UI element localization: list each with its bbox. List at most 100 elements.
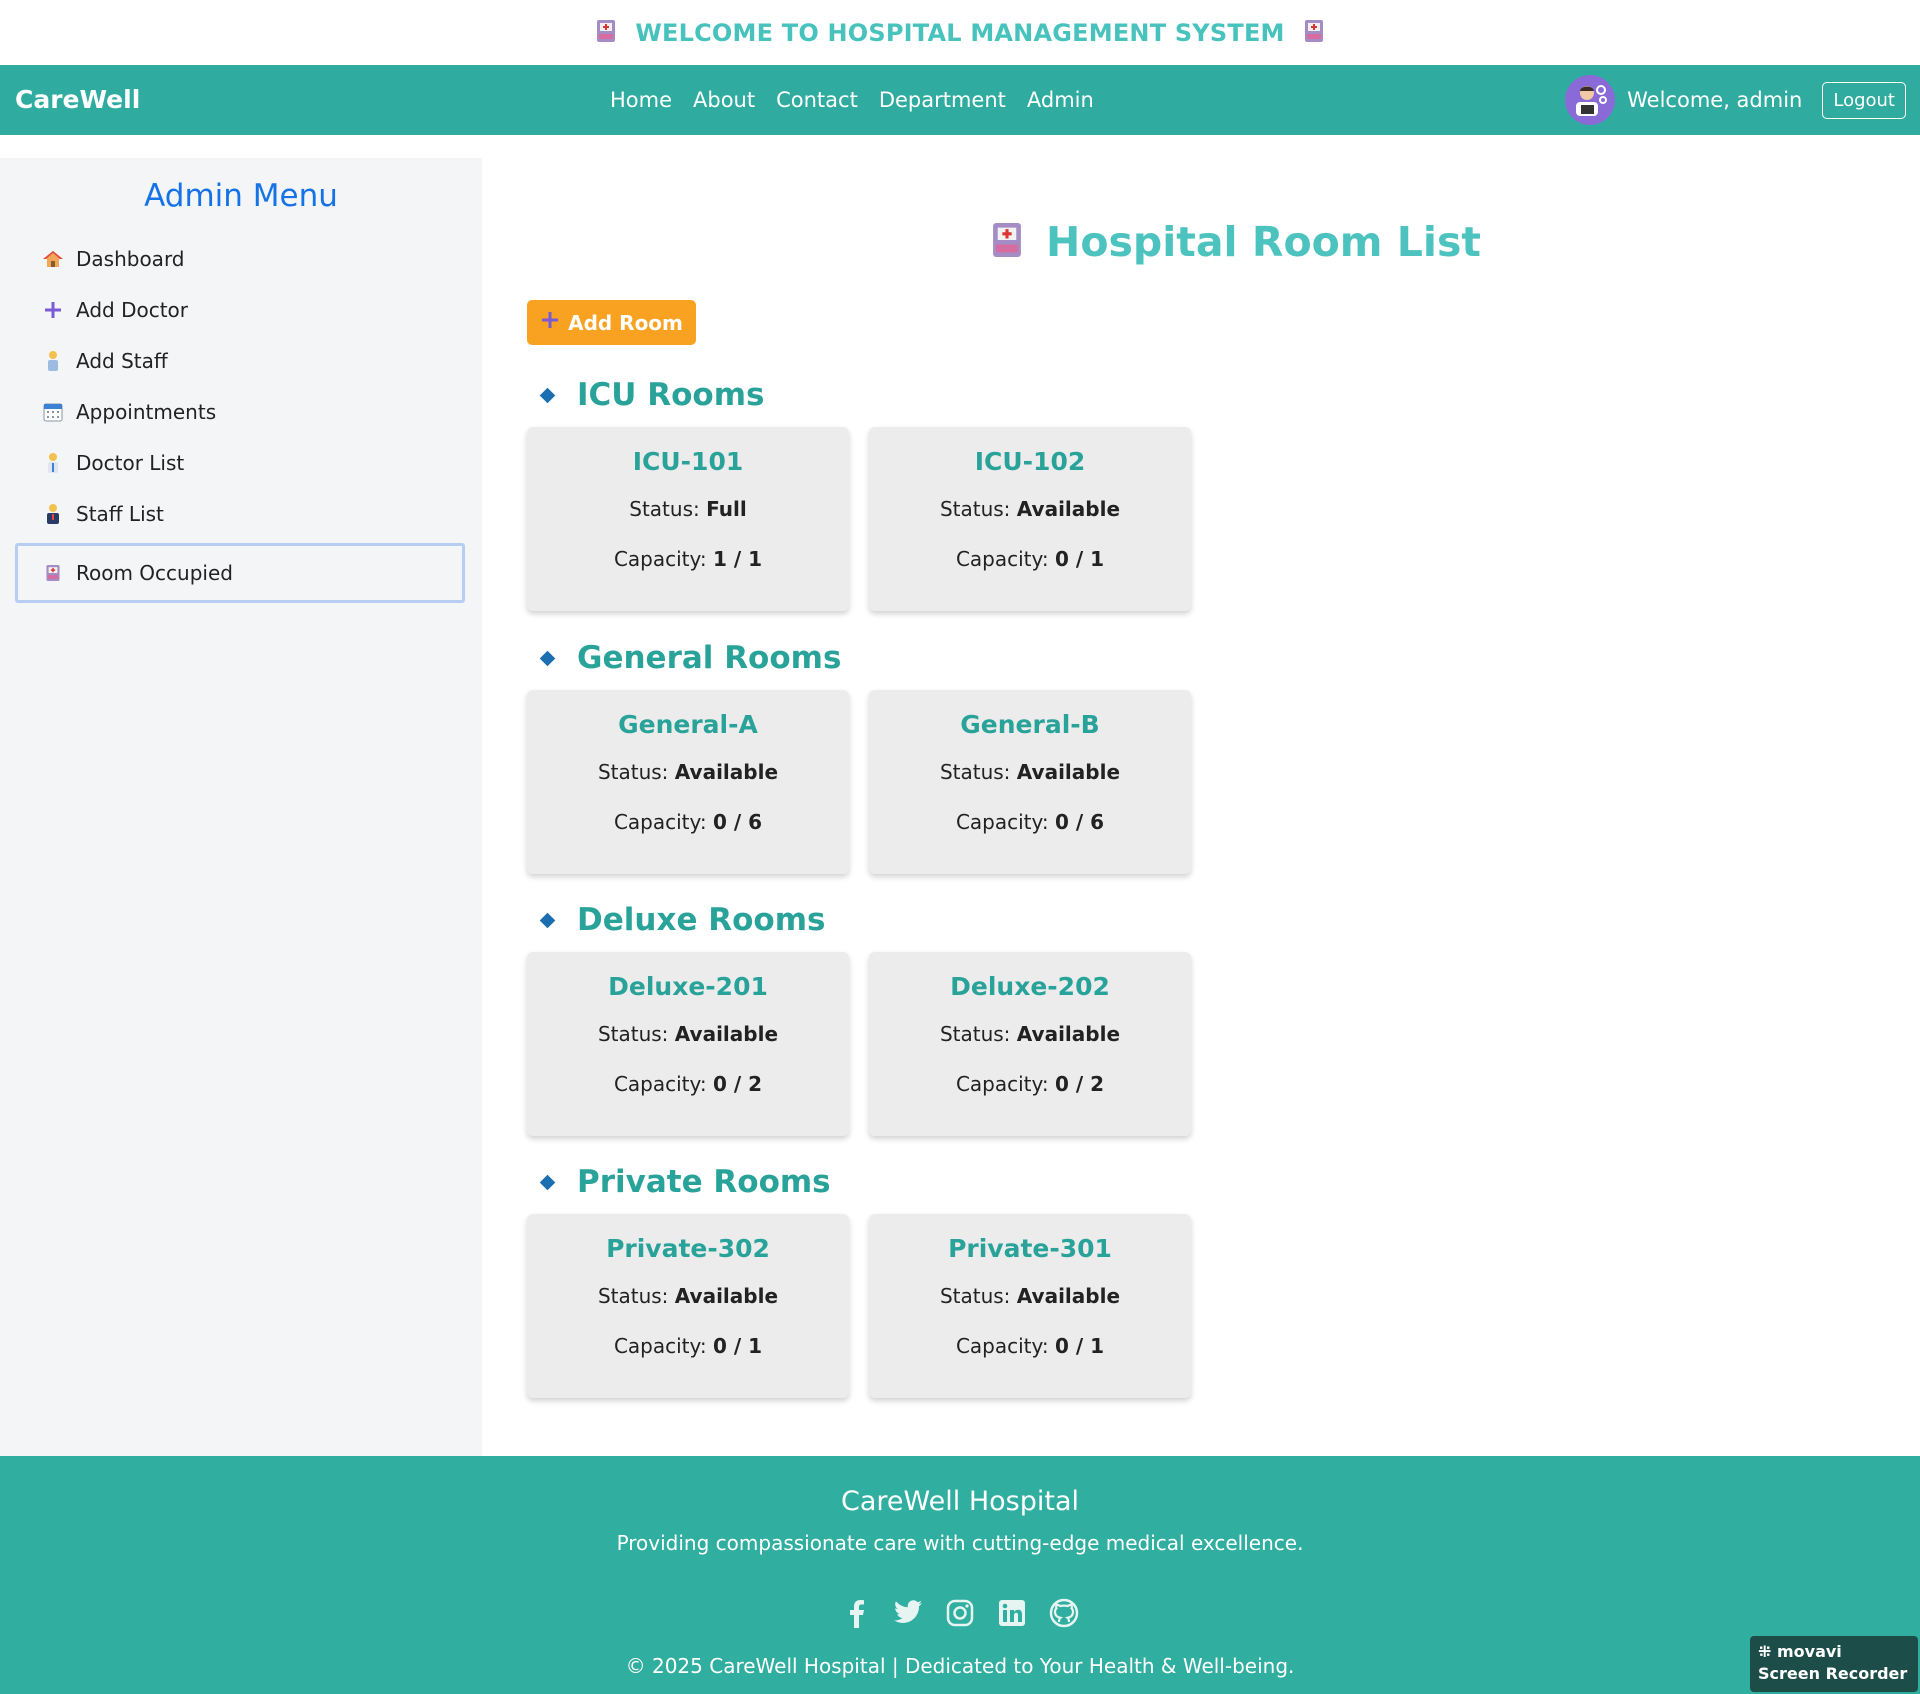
- menu-item-label: Add Staff: [76, 348, 168, 373]
- room-card: General-A Status: Available Capacity: 0 …: [527, 690, 849, 874]
- calendar-icon: [42, 402, 64, 422]
- diamond-icon: [539, 387, 556, 403]
- room-status: Available: [1016, 497, 1121, 521]
- room-capacity: 0 / 1: [712, 1334, 763, 1358]
- linkedin-icon[interactable]: [997, 1598, 1027, 1628]
- footer: CareWell Hospital Providing compassionat…: [0, 1456, 1920, 1694]
- brand-logo[interactable]: CareWell: [15, 65, 140, 135]
- section-header: General Rooms: [527, 632, 1207, 684]
- github-icon[interactable]: [1049, 1598, 1079, 1628]
- sidebar-title: Admin Menu: [144, 178, 338, 214]
- footer-tagline: Providing compassionate care with cuttin…: [616, 1531, 1304, 1555]
- room-capacity: 0 / 2: [712, 1072, 763, 1096]
- menu-item-label: Staff List: [76, 501, 164, 526]
- hospital-bed-icon: [42, 563, 64, 583]
- nav-department[interactable]: Department: [879, 88, 1006, 112]
- capacity-label: Capacity:: [955, 547, 1049, 571]
- copyright-text: © 2025 CareWell Hospital | Dedicated to …: [625, 1654, 1295, 1678]
- room-capacity: 0 / 1: [1054, 547, 1105, 571]
- room-status: Available: [674, 1022, 779, 1046]
- status-label: Status:: [939, 1284, 1011, 1308]
- capacity-label: Capacity:: [613, 547, 707, 571]
- add-room-label: Add Room: [568, 310, 683, 335]
- menu-item-appointments[interactable]: Appointments: [15, 386, 465, 437]
- avatar: [1565, 75, 1616, 125]
- person-icon: [42, 350, 64, 372]
- footer-title: CareWell Hospital: [841, 1486, 1079, 1517]
- page-title: Hospital Room List: [990, 218, 1481, 266]
- room-name: ICU-101: [632, 447, 744, 476]
- capacity-label: Capacity:: [613, 1072, 707, 1096]
- status-label: Status:: [939, 497, 1011, 521]
- instagram-icon[interactable]: [945, 1598, 975, 1628]
- admin-sidebar: Admin Menu Dashboard Add Doctor Add Staf…: [0, 158, 482, 1456]
- recorder-watermark: ⁜ movavi Screen Recorder: [1750, 1636, 1918, 1692]
- room-section-deluxe: Deluxe Rooms Deluxe-201 Status: Availabl…: [527, 894, 1207, 1136]
- room-status: Available: [1016, 1022, 1121, 1046]
- nav-about[interactable]: About: [693, 88, 755, 112]
- nav-links: Home About Contact Department Admin: [610, 65, 1094, 135]
- room-name: Deluxe-201: [608, 972, 768, 1001]
- social-links: [0, 1598, 1920, 1628]
- nav-admin[interactable]: Admin: [1027, 88, 1094, 112]
- menu-item-add-doctor[interactable]: Add Doctor: [15, 284, 465, 335]
- menu-item-label: Room Occupied: [76, 561, 233, 585]
- watermark-brand: movavi: [1776, 1642, 1842, 1661]
- room-name: General-A: [618, 710, 758, 739]
- section-header: Private Rooms: [527, 1156, 1207, 1208]
- capacity-label: Capacity:: [955, 1334, 1049, 1358]
- doctor-icon: [42, 452, 64, 474]
- menu-item-staff-list[interactable]: Staff List: [15, 488, 465, 539]
- movavi-logo-icon: ⁜: [1758, 1642, 1772, 1661]
- nav-home[interactable]: Home: [610, 88, 672, 112]
- room-capacity: 0 / 1: [1054, 1334, 1105, 1358]
- room-card: Deluxe-201 Status: Available Capacity: 0…: [527, 952, 849, 1136]
- hospital-bed-icon: [990, 219, 1024, 265]
- room-section-general: General Rooms General-A Status: Availabl…: [527, 632, 1207, 874]
- room-card: Private-302 Status: Available Capacity: …: [527, 1214, 849, 1398]
- section-header: ICU Rooms: [527, 369, 1207, 421]
- room-name: ICU-102: [974, 447, 1086, 476]
- room-status: Available: [1016, 760, 1121, 784]
- hospital-bed-icon: [595, 18, 617, 48]
- menu-item-add-staff[interactable]: Add Staff: [15, 335, 465, 386]
- room-card: ICU-101 Status: Full Capacity: 1 / 1: [527, 427, 849, 611]
- menu-item-label: Add Doctor: [76, 297, 189, 322]
- welcome-banner: WELCOME TO HOSPITAL MANAGEMENT SYSTEM: [0, 0, 1920, 65]
- capacity-label: Capacity:: [955, 1072, 1049, 1096]
- twitter-icon[interactable]: [893, 1598, 923, 1628]
- house-icon: [42, 249, 64, 269]
- capacity-label: Capacity:: [955, 810, 1049, 834]
- diamond-icon: [539, 1174, 556, 1190]
- status-label: Status:: [939, 760, 1011, 784]
- facebook-icon[interactable]: [841, 1598, 871, 1628]
- plus-icon: [42, 300, 64, 320]
- section-header: Deluxe Rooms: [527, 894, 1207, 946]
- section-title: ICU Rooms: [577, 377, 765, 413]
- menu-item-doctor-list[interactable]: Doctor List: [15, 437, 465, 488]
- logout-button[interactable]: Logout: [1822, 81, 1906, 119]
- nav-contact[interactable]: Contact: [776, 88, 858, 112]
- room-name: Deluxe-202: [950, 972, 1110, 1001]
- room-card: ICU-102 Status: Available Capacity: 0 / …: [869, 427, 1191, 611]
- room-section-private: Private Rooms Private-302 Status: Availa…: [527, 1156, 1207, 1398]
- navbar: CareWell Home About Contact Department A…: [0, 65, 1920, 135]
- room-capacity: 1 / 1: [712, 547, 763, 571]
- status-label: Status:: [597, 1284, 669, 1308]
- add-room-button[interactable]: Add Room: [527, 300, 696, 345]
- page-title-text: Hospital Room List: [1046, 218, 1481, 266]
- room-card: General-B Status: Available Capacity: 0 …: [869, 690, 1191, 874]
- staff-icon: [42, 503, 64, 525]
- menu-item-label: Doctor List: [76, 450, 185, 475]
- watermark-product: Screen Recorder: [1758, 1664, 1908, 1683]
- room-status: Available: [1016, 1284, 1121, 1308]
- status-label: Status:: [597, 760, 669, 784]
- room-status: Full: [706, 497, 747, 521]
- admin-menu: Dashboard Add Doctor Add Staff Appointme…: [15, 233, 465, 603]
- menu-item-label: Appointments: [76, 399, 217, 424]
- menu-item-room-occupied[interactable]: Room Occupied: [15, 543, 465, 603]
- room-capacity: 0 / 6: [712, 810, 763, 834]
- welcome-text: Welcome, admin: [1627, 88, 1803, 112]
- room-card: Private-301 Status: Available Capacity: …: [869, 1214, 1191, 1398]
- menu-item-dashboard[interactable]: Dashboard: [15, 233, 465, 284]
